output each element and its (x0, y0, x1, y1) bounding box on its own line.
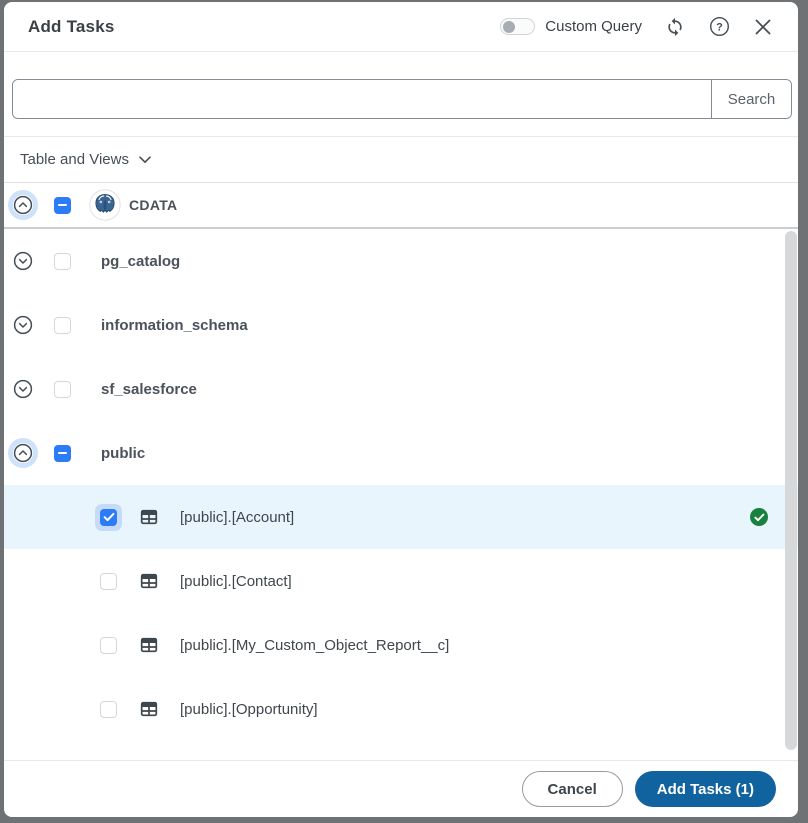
schema-checkbox[interactable] (54, 444, 71, 462)
table-and-views-dropdown[interactable]: Table and Views (4, 137, 798, 183)
tree-row-schema-public[interactable]: public (4, 421, 798, 485)
tree-row-table-contact[interactable]: [public].[Contact] (4, 549, 798, 613)
scrollbar-thumb[interactable] (785, 231, 797, 750)
search-button[interactable]: Search (711, 80, 791, 118)
schema-name: information_schema (101, 316, 248, 334)
collapse-chevron-icon[interactable] (13, 195, 33, 215)
add-tasks-dialog: Add Tasks Custom Query ? Search Table an… (4, 2, 798, 817)
table-name: [public].[Contact] (180, 572, 292, 590)
schema-name: sf_salesforce (101, 380, 197, 398)
table-icon (140, 700, 158, 718)
table-icon (140, 636, 158, 654)
collapse-chevron-icon[interactable] (13, 443, 33, 463)
check-circle-green-icon (750, 508, 768, 526)
connection-checkbox[interactable] (54, 196, 71, 214)
schema-checkbox[interactable] (54, 252, 71, 270)
tree-row-table-account[interactable]: [public].[Account] (4, 485, 798, 549)
expand-chevron-icon[interactable] (13, 379, 33, 399)
tree-row-connection[interactable]: CDATA (4, 183, 798, 229)
help-icon[interactable]: ? (708, 16, 730, 38)
tree-row-schema-sf-salesforce[interactable]: sf_salesforce (4, 357, 798, 421)
refresh-icon[interactable] (664, 16, 686, 38)
svg-text:?: ? (716, 22, 723, 34)
table-checkbox[interactable] (100, 572, 117, 590)
toggle-knob (503, 20, 516, 33)
table-checkbox[interactable] (100, 700, 117, 718)
expand-chevron-icon[interactable] (13, 251, 33, 271)
search-input[interactable] (13, 80, 711, 118)
table-name: [public].[Account] (180, 508, 295, 526)
table-checkbox-halo (95, 503, 122, 531)
dialog-header: Add Tasks Custom Query ? (4, 2, 798, 52)
schema-checkbox[interactable] (54, 316, 71, 334)
table-checkbox[interactable] (100, 636, 117, 654)
search-section: Search (4, 52, 798, 137)
tree-row-table-opportunity[interactable]: [public].[Opportunity] (4, 677, 798, 741)
chevron-down-icon (138, 155, 152, 165)
tree-row-table-my-custom-object-report[interactable]: [public].[My_Custom_Object_Report__c] (4, 613, 798, 677)
dialog-title: Add Tasks (28, 16, 115, 36)
schema-name: public (101, 444, 146, 462)
table-and-views-label: Table and Views (20, 151, 129, 168)
table-name: [public].[My_Custom_Object_Report__c] (180, 636, 450, 654)
search-group: Search (12, 79, 792, 119)
table-checkbox[interactable] (100, 508, 117, 526)
expand-chevron-icon[interactable] (13, 315, 33, 335)
table-icon (140, 508, 158, 526)
custom-query-toggle[interactable] (500, 18, 536, 35)
table-checkbox-wrap (95, 696, 122, 723)
postgresql-logo (89, 189, 121, 221)
connection-name: CDATA (129, 197, 178, 213)
schema-checkbox[interactable] (54, 380, 71, 398)
close-icon[interactable] (752, 16, 774, 38)
tree-row-schema-information-schema[interactable]: information_schema (4, 293, 798, 357)
custom-query-label: Custom Query (545, 18, 642, 35)
tree-scroll-area: pg_catalog information_schema sf_salesfo… (4, 229, 798, 760)
schema-name: pg_catalog (101, 252, 181, 270)
add-tasks-button[interactable]: Add Tasks (1) (634, 771, 776, 807)
tree-row-schema-pg-catalog[interactable]: pg_catalog (4, 229, 798, 293)
dialog-footer: Cancel Add Tasks (1) (4, 760, 798, 817)
table-checkbox-wrap (95, 632, 122, 659)
table-icon (140, 572, 158, 590)
cancel-button[interactable]: Cancel (521, 771, 623, 807)
table-checkbox-wrap (95, 568, 122, 595)
table-name: [public].[Opportunity] (180, 700, 318, 718)
